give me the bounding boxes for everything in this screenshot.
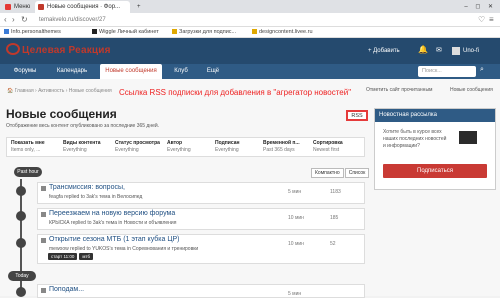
topic-meta: feagfa replied to 3ak's тема in Велосипе… [49,194,143,200]
page-subtitle: Отображение весь контент опубликовано за… [6,123,160,129]
mark-read-link[interactable]: Отметить сайт прочитанным [366,87,432,93]
avatar[interactable] [452,47,460,55]
rss-label: RSS [351,113,363,119]
list-item[interactable]: Трансмиссия: вопросы, feagfa replied to … [37,182,365,204]
rss-button[interactable]: RSS [346,110,368,121]
tag[interactable]: старт 11:00 [48,253,78,260]
bookmark-item[interactable]: Загрузки для подпис... [172,27,236,38]
topic-time: 10 мин [288,241,304,247]
bookmark-label: Загрузки для подпис... [179,29,237,35]
topic-icon [41,238,46,243]
bookmarks-bar: Іnfo.personalthemes Wiggle Личный кабине… [0,27,500,38]
time-group-badge: Today [8,271,36,281]
new-tab-button[interactable]: + [133,1,147,13]
bike-logo-icon [6,43,20,55]
reply-count: 52 [330,241,336,247]
bookmark-item[interactable]: designcontent.livee.ru [252,27,313,38]
topic-icon [41,186,46,191]
menu-icon[interactable]: ≡ [489,15,494,25]
rss-annotation: Ссылка RSS подписки для добавления в "аг… [119,88,352,97]
filter-following[interactable]: Подписан Everything [215,140,240,154]
filter-author[interactable]: Автор Everything [167,140,191,154]
nav-tab-forums[interactable]: Форумы [6,64,44,79]
back-icon[interactable]: ‹ [4,15,7,25]
user-menu[interactable]: Uno-fi [463,46,479,56]
topic-time: 5 мин [288,189,302,195]
tag-list: старт 11:00 мтб [48,253,95,260]
browser-tab-active[interactable]: Новые сообщения · Фор... [35,1,130,13]
nav-tab-club[interactable]: Клуб [168,64,194,79]
notifications-icon[interactable]: 🔔 [418,45,428,55]
newsletter-title: Новостная рассылка [375,109,495,122]
logo-text: Целевая Реакция [22,45,111,56]
bookmark-item[interactable]: Wiggle Личный кабинет [92,27,159,38]
topic-title[interactable]: Поподам... [49,286,84,293]
tag[interactable]: мтб [79,253,94,260]
site-logo[interactable]: Целевая Реакция [6,43,111,58]
filter-time-period[interactable]: Временной п... Past 365 days [263,140,300,154]
bookmark-icon [4,29,9,34]
list-item[interactable]: Переезжаем на новую версию форума КРЫСКА… [37,208,365,230]
timeline-dot [16,238,26,248]
reload-icon[interactable]: ↻ [21,15,28,25]
topic-icon [41,288,46,293]
tab-label: Новые сообщения · Фор... [47,4,121,10]
topic-title[interactable]: Открытие сезона МТБ (1 этап кубка ЦР) [49,236,180,243]
nav-tab-more[interactable]: Ещё [198,64,228,79]
newsletter-text: Хотите быть в курсе всех наших последних… [383,129,447,149]
add-button[interactable]: + Добавить [368,46,400,56]
view-compact-button[interactable]: Компактно [311,168,344,178]
search-input[interactable]: Поиск... [418,66,476,77]
filter-content-types[interactable]: Виды контента Everything [63,140,101,154]
timeline-dot [16,186,26,196]
view-list-button[interactable]: Список [344,168,370,178]
folder-icon [172,29,177,34]
view-toggle: Компактно Список [310,168,370,178]
nav-tab-new-posts[interactable]: Новые сообщения [100,64,162,79]
address-bar: ‹ › ↻ temakvelo.ru/discover/27 ♡ ≡ [0,13,500,27]
topic-time: 5 мин [288,291,302,297]
new-messages-link[interactable]: Новые сообщения [450,87,493,93]
time-group-badge: Past hour [14,167,42,177]
topic-time: 10 мин [288,215,304,221]
topic-meta: КРЫСКА replied to 3ak's тема in Новости … [49,220,177,226]
subscribe-button[interactable]: Подписаться [383,164,487,178]
feed-controls: Past hour Компактно Список [6,167,370,179]
topic-icon [41,212,46,217]
topic-title[interactable]: Трансмиссия: вопросы, [49,184,125,191]
site-favicon-icon [38,4,44,10]
url-field[interactable]: temakvelo.ru/discover/27 [35,15,430,25]
filter-read-status[interactable]: Статус просмотра Everything [115,140,160,154]
envelope-icon [459,131,477,144]
filter-sort[interactable]: Сортировка Newest first [313,140,343,154]
topic-title[interactable]: Переезжаем на новую версию форума [49,210,175,217]
bookmark-label: Іnfo.personalthemes [11,29,61,35]
heart-icon[interactable]: ♡ [478,15,485,25]
breadcrumb[interactable]: 🏠 Главная › Активность › Новые сообщения [7,88,112,94]
search-icon[interactable]: ⌕ [480,66,484,74]
window-controls[interactable]: – ◻ ✕ [455,1,500,13]
bookmark-icon [92,29,97,34]
topic-meta: mewoow replied to YUKOS's тема in Соревн… [49,246,199,252]
browser-tab-strip: Меню Новые сообщения · Фор... + – ◻ ✕ [0,0,500,13]
bookmark-label: designcontent.livee.ru [259,29,313,35]
reply-count: 1183 [330,189,341,195]
timeline-dot [16,211,26,221]
browser-tab-menu[interactable]: Меню [2,1,32,13]
nav-tab-calendar[interactable]: Календарь [52,64,92,79]
bookmark-label: Wiggle Личный кабинет [99,29,159,35]
filter-bar: Показать мне Items only, ... Виды контент… [6,137,365,157]
site-header: Целевая Реакция + Добавить 🔔 ✉ Uno-fi [0,38,500,64]
tab-label: Меню [14,4,31,10]
bookmark-item[interactable]: Іnfo.personalthemes [4,27,61,38]
folder-icon [252,29,257,34]
opera-icon [5,4,11,10]
filter-show-me[interactable]: Показать мне Items only, ... [11,140,45,154]
newsletter-widget: Новостная рассылка Хотите быть в курсе в… [374,108,496,190]
main-nav: Форумы Календарь Новые сообщения Клуб Ещ… [0,64,500,79]
messages-icon[interactable]: ✉ [436,46,442,56]
page-title: Новые сообщения [6,107,117,121]
reply-count: 185 [330,215,339,221]
forward-icon[interactable]: › [12,15,15,25]
